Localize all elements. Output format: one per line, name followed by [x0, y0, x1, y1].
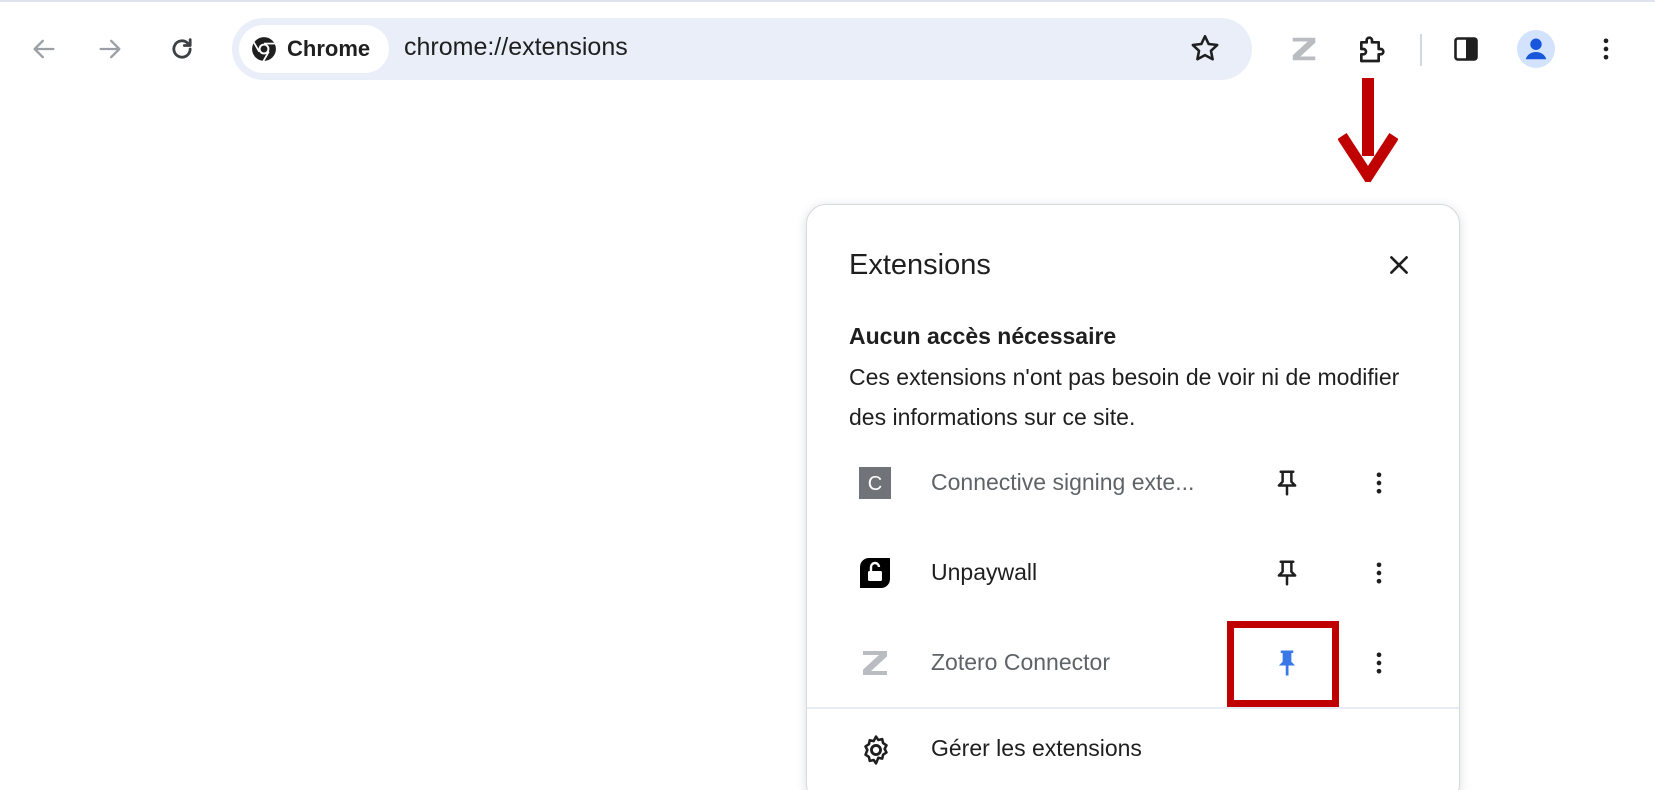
close-popup-button[interactable] [1381, 247, 1417, 283]
url-text[interactable]: chrome://extensions [404, 33, 628, 62]
extension-row[interactable]: C Connective signing exte... [807, 441, 1459, 525]
section-title: Aucun accès nécessaire [849, 323, 1117, 349]
forward-arrow-icon [99, 39, 121, 59]
toolbar-separator [1420, 34, 1422, 66]
more-vert-icon [1376, 652, 1382, 674]
back-arrow-icon [33, 39, 55, 59]
profile-button[interactable] [1516, 29, 1556, 69]
more-vert-icon [1376, 472, 1382, 494]
profile-avatar-icon [1517, 30, 1555, 68]
pin-button[interactable] [1263, 549, 1311, 597]
popup-divider [807, 707, 1459, 709]
more-vert-icon [1603, 38, 1609, 60]
address-bar[interactable]: Chrome chrome://extensions [232, 18, 1252, 80]
extensions-puzzle-icon [1360, 36, 1385, 63]
gear-icon [864, 735, 888, 765]
zotero-toolbar-button[interactable] [1284, 29, 1324, 69]
bookmark-star-icon [1191, 34, 1219, 61]
extension-menu-button[interactable] [1355, 639, 1403, 687]
extension-menu-button[interactable] [1355, 549, 1403, 597]
chrome-logo-icon [252, 37, 276, 62]
back-button[interactable] [24, 29, 64, 69]
pin-icon [1277, 560, 1297, 586]
browser-toolbar: Chrome chrome://extensions [0, 16, 1655, 82]
unpin-button[interactable] [1263, 639, 1311, 687]
annotation-arrow-icon [1338, 78, 1398, 182]
popup-title: Extensions [849, 249, 991, 281]
unpaywall-lock-icon [860, 558, 890, 588]
more-vert-icon [1376, 562, 1382, 584]
zotero-z-icon [863, 651, 887, 675]
side-panel-icon [1454, 37, 1478, 61]
extension-row[interactable]: Zotero Connector [807, 621, 1459, 707]
window-top-edge [0, 0, 1655, 6]
pin-button[interactable] [1263, 459, 1311, 507]
zotero-icon [1292, 37, 1316, 61]
extension-menu-button[interactable] [1355, 459, 1403, 507]
bookmark-button[interactable] [1188, 32, 1222, 66]
side-panel-button[interactable] [1446, 29, 1486, 69]
close-icon [1390, 256, 1408, 274]
extensions-button[interactable] [1352, 29, 1392, 69]
browser-window: Chrome chrome://extensions Extensions Au… [0, 0, 1655, 790]
pin-icon [1277, 470, 1297, 496]
connective-c-icon: C [859, 467, 891, 499]
section-description: Ces extensions n'ont pas besoin de voir … [849, 364, 1400, 430]
extension-row[interactable]: Unpaywall [807, 531, 1459, 615]
extensions-popup: Extensions Aucun accès nécessaire Ces ex… [806, 204, 1460, 790]
forward-button[interactable] [90, 29, 130, 69]
reload-icon [172, 38, 192, 59]
browser-menu-button[interactable] [1586, 29, 1626, 69]
chip-label: Chrome [287, 36, 371, 61]
reload-button[interactable] [162, 29, 202, 69]
svg-text:C: C [868, 473, 882, 495]
extension-name: Zotero Connector [931, 649, 1110, 675]
pinned-icon [1278, 650, 1296, 676]
site-info-chip[interactable]: Chrome [239, 25, 389, 73]
extension-name: Unpaywall [931, 559, 1038, 585]
manage-extensions-button[interactable]: Gérer les extensions [807, 719, 1459, 789]
extension-name: Connective signing exte... [931, 469, 1195, 495]
manage-extensions-label: Gérer les extensions [931, 735, 1142, 761]
